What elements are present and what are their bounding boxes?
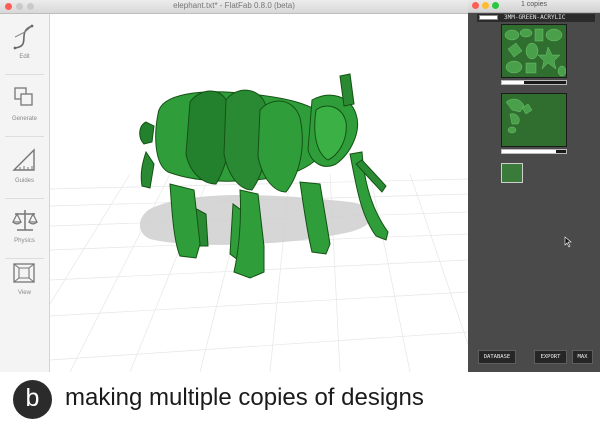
material-label: 3MM-GREEN-ACRYLIC: [504, 14, 566, 21]
sheet-thumbnail[interactable]: [501, 93, 567, 147]
export-button[interactable]: EXPORT: [534, 350, 567, 364]
material-selector[interactable]: 3MM-GREEN-ACRYLIC: [477, 14, 595, 22]
pen-curve-icon: [13, 24, 34, 50]
material-swatch: [479, 15, 498, 20]
cut-layout-preview: [505, 98, 533, 134]
tool-edit-label: Edit: [19, 54, 30, 60]
main-titlebar: elephant.txt* - FlatFab 0.8.0 (beta): [0, 0, 468, 14]
caption-badge: b: [13, 380, 52, 419]
sheet-progress-fill: [502, 150, 557, 153]
tool-edit[interactable]: Edit: [0, 16, 49, 71]
max-button[interactable]: MAX: [572, 350, 593, 364]
window-title: elephant.txt* - FlatFab 0.8.0 (beta): [173, 1, 295, 10]
tool-physics[interactable]: Physics: [0, 200, 49, 255]
sheet-progress-fill: [502, 81, 525, 84]
copies-title: 1 copies: [520, 1, 548, 8]
layers-icon: [14, 87, 33, 106]
database-button[interactable]: DATABASE: [478, 350, 516, 364]
triangle-ruler-icon: [12, 148, 35, 171]
tool-view-label: View: [18, 290, 31, 296]
tool-physics-label: Physics: [14, 238, 35, 244]
tool-generate[interactable]: Generate: [0, 78, 49, 133]
3d-viewport[interactable]: [50, 14, 468, 372]
copies-titlebar: 1 copies: [468, 0, 600, 13]
mouse-cursor-icon: [564, 236, 572, 248]
caption-text: making multiple copies of designs: [65, 384, 424, 411]
sheet-thumbnail[interactable]: [501, 24, 567, 78]
main-window: elephant.txt* - FlatFab 0.8.0 (beta) Edi…: [0, 0, 468, 372]
cut-layout-preview: [504, 28, 566, 77]
tool-view[interactable]: View: [0, 252, 49, 307]
perspective-box-icon: [13, 263, 35, 283]
elephant-3d-model: [50, 73, 468, 372]
tool-guides[interactable]: Guides: [0, 140, 49, 195]
small-sheet-thumbnail[interactable]: [501, 163, 523, 183]
tool-guides-label: Guides: [14, 178, 34, 184]
balance-scale-icon: [12, 210, 38, 231]
sheet-progress-bar: [501, 149, 567, 154]
copies-window: 1 copies 3MM-GREEN-ACRYLIC DATABASE EXPO…: [468, 0, 600, 372]
tool-generate-label: Generate: [11, 116, 38, 122]
sheet-progress-bar: [501, 80, 567, 85]
elephant-parts: [139, 73, 389, 279]
toolbar: Edit Generate Guides Physics View: [0, 14, 50, 372]
